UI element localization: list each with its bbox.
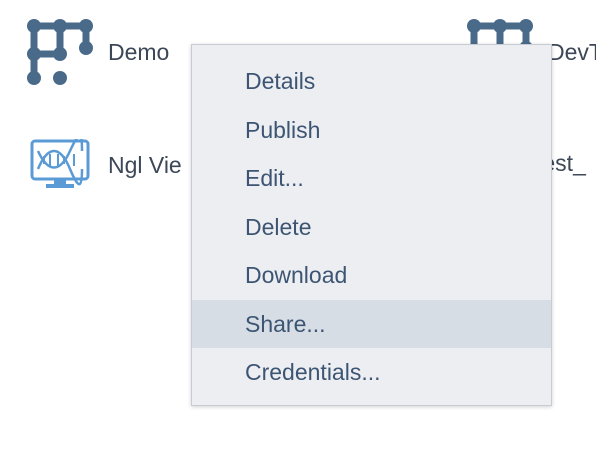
menu-item-download[interactable]: Download	[192, 251, 551, 300]
network-graph-icon	[27, 19, 93, 85]
menu-item-edit[interactable]: Edit...	[192, 154, 551, 203]
app-label-dev: DevT	[548, 38, 596, 65]
menu-item-delete[interactable]: Delete	[192, 203, 551, 252]
app-label-ngl-viewer: Ngl Vie	[108, 151, 182, 178]
context-menu: Details Publish Edit... Delete Download …	[191, 44, 552, 406]
menu-item-publish[interactable]: Publish	[192, 106, 551, 155]
menu-item-share[interactable]: Share...	[192, 299, 551, 348]
app-item-demo[interactable]: Demo	[26, 18, 169, 86]
app-launcher-canvas: Demo DevT Ngl Vie test_ Details Publish …	[0, 0, 596, 464]
app-label-demo: Demo	[108, 38, 170, 65]
app-item-ngl-viewer[interactable]: Ngl Vie	[30, 138, 182, 192]
dna-monitor-icon	[30, 139, 90, 188]
menu-item-credentials[interactable]: Credentials...	[192, 348, 551, 397]
menu-item-details[interactable]: Details	[192, 57, 551, 106]
